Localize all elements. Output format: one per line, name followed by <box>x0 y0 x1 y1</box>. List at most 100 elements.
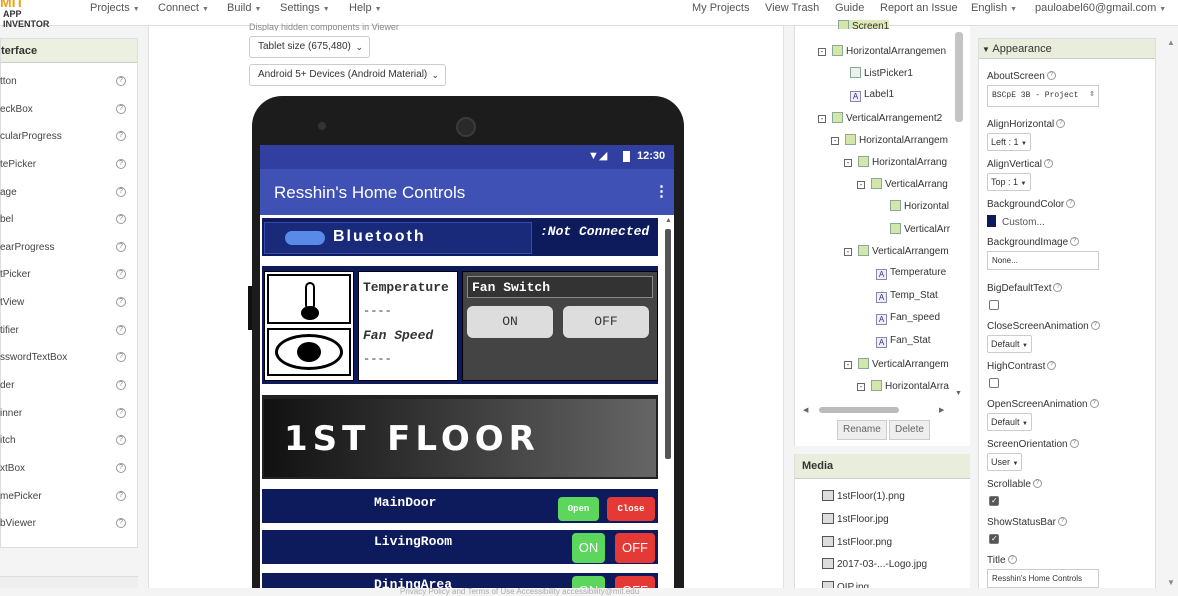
tree-node[interactable]: - HorizontalArra <box>857 380 949 392</box>
about-screen-textarea[interactable]: BSCpE 3B - Project ⇳ <box>987 85 1099 107</box>
screen-scrollbar[interactable]: ▲ <box>662 215 674 596</box>
collapse-toggle-icon[interactable]: - <box>857 383 865 391</box>
menu-help[interactable]: Help ▼ <box>349 2 382 14</box>
help-icon[interactable]: ? <box>116 131 126 141</box>
title-input[interactable]: Resshin's Home Controls <box>987 569 1099 588</box>
collapse-toggle-icon[interactable]: - <box>844 159 852 167</box>
tree-node[interactable]: Horizontal <box>890 200 949 212</box>
palette-item[interactable]: mePicker? <box>0 491 138 511</box>
scrollable-checkbox[interactable] <box>989 496 999 506</box>
collapse-toggle-icon[interactable]: - <box>831 137 839 145</box>
app-inventor-logo[interactable]: MIT APP INVENTOR <box>0 0 70 29</box>
palette-item[interactable]: der? <box>0 380 138 400</box>
open-screen-animation-dropdown[interactable]: Default ▼ <box>987 413 1032 431</box>
overflow-menu-icon[interactable]: ⋮ <box>654 182 669 200</box>
menu-projects[interactable]: Projects ▼ <box>90 2 140 14</box>
tree-node[interactable]: VerticalArr <box>890 223 950 235</box>
tree-node[interactable]: - VerticalArrangem <box>844 245 949 257</box>
tree-node[interactable]: - HorizontalArrang <box>844 156 947 168</box>
palette-item[interactable]: tView? <box>0 297 138 317</box>
page-scrollbar[interactable]: ▲ ▼ <box>1164 26 1178 596</box>
big-default-text-checkbox[interactable] <box>989 300 999 310</box>
palette-item[interactable]: sswordTextBox? <box>0 352 138 372</box>
palette-item[interactable]: inner? <box>0 408 138 428</box>
tree-node[interactable]: A Fan_Stat <box>876 335 931 348</box>
help-icon[interactable]: ? <box>116 380 126 390</box>
palette-item[interactable]: cularProgress? <box>0 131 138 151</box>
help-icon[interactable]: ? <box>116 104 126 114</box>
palette-item[interactable]: tton? <box>0 76 138 96</box>
menu-connect[interactable]: Connect ▼ <box>158 2 209 14</box>
appearance-section-header[interactable]: ▼ Appearance <box>979 39 1155 59</box>
help-icon[interactable]: ? <box>116 463 126 473</box>
tree-node[interactable]: A Temperature <box>876 267 946 280</box>
tree-node[interactable]: - VerticalArrangem <box>844 358 949 370</box>
collapse-toggle-icon[interactable]: - <box>857 181 865 189</box>
palette-item[interactable]: tifier? <box>0 325 138 345</box>
tree-node[interactable]: ListPicker1 <box>850 67 913 79</box>
maindoor-close-button[interactable]: Close <box>607 497 655 521</box>
help-icon[interactable]: ? <box>116 435 126 445</box>
align-horizontal-dropdown[interactable]: Left : 1 ▼ <box>987 133 1031 151</box>
align-vertical-dropdown[interactable]: Top : 1 ▼ <box>987 173 1031 191</box>
help-icon[interactable]: ? <box>116 408 126 418</box>
show-status-bar-checkbox[interactable] <box>989 534 999 544</box>
help-icon[interactable]: ? <box>116 187 126 197</box>
link-report-issue[interactable]: Report an Issue <box>880 2 958 14</box>
palette-item[interactable]: tePicker? <box>0 159 138 179</box>
hidden-components-checkbox-label[interactable]: Display hidden components in Viewer <box>249 22 399 31</box>
high-contrast-checkbox[interactable] <box>989 378 999 388</box>
collapse-toggle-icon[interactable]: - <box>844 248 852 256</box>
menu-build[interactable]: Build ▼ <box>227 2 261 14</box>
tree-hscroll[interactable]: ◀ ▶ <box>803 406 953 414</box>
menu-settings[interactable]: Settings ▼ <box>280 2 330 14</box>
rename-button[interactable]: Rename <box>837 420 887 440</box>
background-color-picker[interactable]: Custom... <box>987 215 1045 228</box>
help-icon[interactable]: ? <box>116 325 126 335</box>
language-menu[interactable]: English ▼ <box>971 2 1017 14</box>
palette-heading[interactable]: terface <box>1 39 137 63</box>
theme-select[interactable]: Android 5+ Devices (Android Material) ⌄ <box>249 64 446 86</box>
palette-item[interactable]: xtBox? <box>0 463 138 483</box>
tree-node[interactable]: - VerticalArrang <box>857 178 948 190</box>
tree-node[interactable]: A Label1 <box>850 89 894 102</box>
livingroom-on-button[interactable]: ON <box>572 533 605 563</box>
tree-scroll-down-icon[interactable]: ▼ <box>955 390 962 397</box>
screen-scrollbar-thumb[interactable] <box>665 229 671 459</box>
help-icon[interactable]: ? <box>116 242 126 252</box>
media-file[interactable]: 1stFloor.jpg <box>822 513 889 525</box>
link-view-trash[interactable]: View Trash <box>765 2 819 14</box>
tree-vscroll-thumb[interactable] <box>955 32 963 122</box>
media-file[interactable]: 1stFloor(1).png <box>822 490 905 502</box>
tree-node[interactable]: Screen1 <box>838 20 890 29</box>
collapse-toggle-icon[interactable]: - <box>818 48 826 56</box>
palette-item[interactable]: bel? <box>0 214 138 234</box>
help-icon[interactable]: ? <box>116 352 126 362</box>
help-icon[interactable]: ? <box>116 76 126 86</box>
palette-item[interactable]: tPicker? <box>0 269 138 289</box>
link-guide[interactable]: Guide <box>835 2 864 14</box>
fan-off-button[interactable]: OFF <box>563 306 649 338</box>
palette-item[interactable]: bViewer? <box>0 518 138 538</box>
palette-item[interactable]: age? <box>0 187 138 207</box>
maindoor-open-button[interactable]: Open <box>558 497 599 521</box>
palette-item[interactable]: earProgress? <box>0 242 138 262</box>
collapse-toggle-icon[interactable]: - <box>818 115 826 123</box>
palette-item[interactable]: itch? <box>0 435 138 455</box>
device-size-select[interactable]: Tablet size (675,480) ⌄ <box>249 36 370 58</box>
help-icon[interactable]: ? <box>116 159 126 169</box>
livingroom-off-button[interactable]: OFF <box>615 533 655 563</box>
help-icon[interactable]: ? <box>116 297 126 307</box>
fan-on-button[interactable]: ON <box>467 306 553 338</box>
delete-button[interactable]: Delete <box>889 420 930 440</box>
palette-item[interactable]: eckBox? <box>0 104 138 124</box>
media-file[interactable]: 2017-03-...-Logo.jpg <box>822 558 927 570</box>
help-icon[interactable]: ? <box>116 491 126 501</box>
link-my-projects[interactable]: My Projects <box>692 2 749 14</box>
bluetooth-button[interactable]: Bluetooth <box>264 222 532 254</box>
collapse-toggle-icon[interactable]: - <box>844 361 852 369</box>
tree-node[interactable]: - HorizontalArrangemen <box>818 45 946 57</box>
help-icon[interactable]: ? <box>116 518 126 528</box>
background-image-input[interactable]: None... <box>987 251 1099 270</box>
footer-links[interactable]: Privacy Policy and Terms of Use Accessib… <box>400 588 639 596</box>
